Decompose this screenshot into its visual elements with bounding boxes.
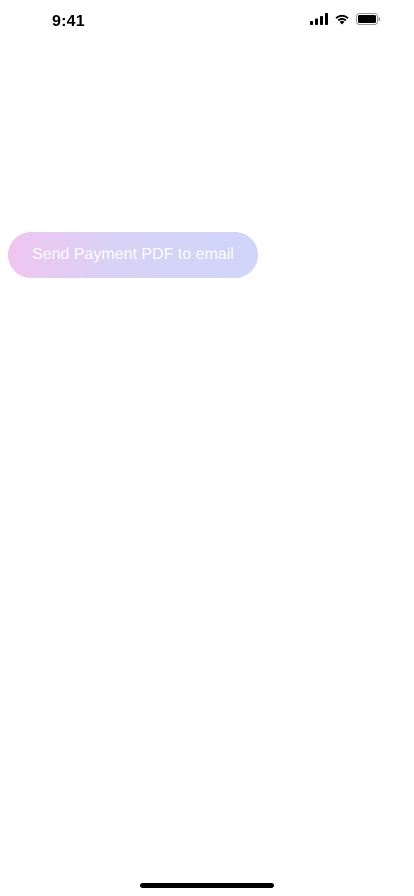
home-indicator[interactable]: [140, 883, 274, 888]
cellular-signal-icon: [310, 12, 328, 30]
battery-icon: [356, 12, 381, 30]
status-time: 9:41: [52, 13, 85, 30]
status-bar: 9:41: [0, 0, 414, 44]
wifi-icon: [334, 12, 350, 30]
status-icons: [310, 12, 381, 30]
send-payment-pdf-button[interactable]: Send Payment PDF to email: [8, 232, 258, 278]
